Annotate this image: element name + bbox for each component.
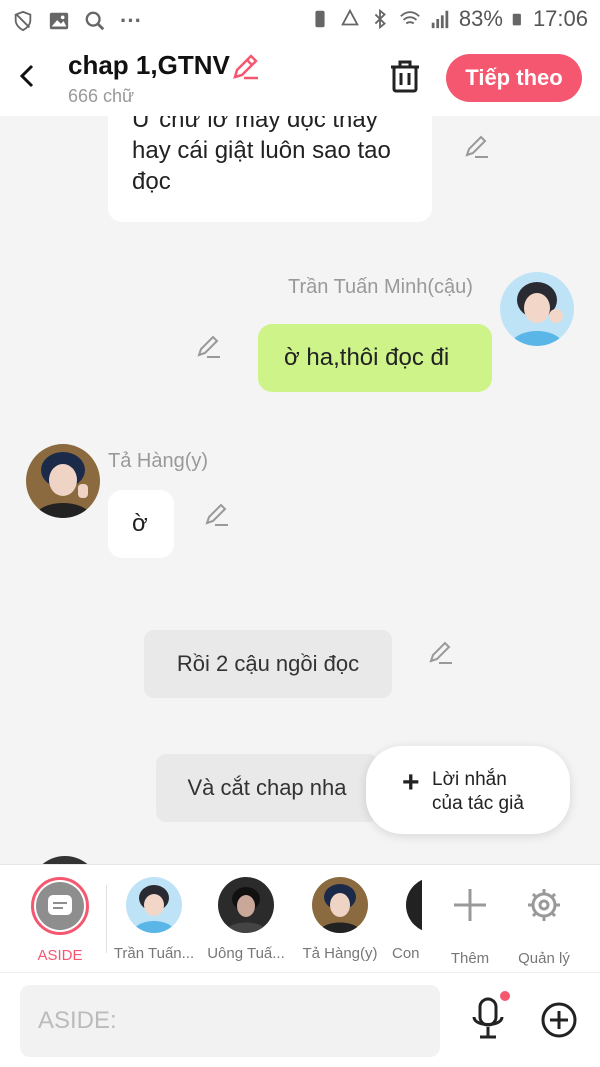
- message-text: Và cắt chap nha: [187, 775, 347, 800]
- message-bubble[interactable]: Ư chứ lỡ mày đọc thấy hay cái giật luôn …: [108, 116, 432, 222]
- gallery-icon: [49, 12, 69, 30]
- message-bubble[interactable]: ờ ha,thôi đọc đi: [258, 324, 492, 392]
- edit-message-pencil-icon[interactable]: [464, 134, 490, 160]
- aside-avatar: [31, 877, 89, 935]
- character-label: Con: [392, 945, 420, 962]
- aside-bubble[interactable]: Và cắt chap nha: [156, 754, 378, 822]
- battery-icon: [512, 13, 521, 26]
- avatar: [126, 877, 182, 933]
- more-notifications: ···: [120, 8, 142, 33]
- aside-icon: [48, 895, 72, 915]
- manage-label: Quản lý: [518, 950, 570, 967]
- divider: [106, 885, 107, 953]
- input-bar: ASIDE:: [0, 972, 600, 1067]
- character-label: Uông Tuấ...: [207, 945, 285, 962]
- chapter-title[interactable]: chap 1,GTNV: [68, 50, 230, 81]
- character-selector: ASIDE Trần Tuấn... Uông Tuấ... Tả Hàng(y…: [0, 864, 600, 972]
- author-note-label: Lời nhắn của tác giả: [432, 769, 524, 814]
- gear-icon: [528, 889, 560, 921]
- message-bubble[interactable]: ờ: [108, 490, 174, 558]
- microphone-icon[interactable]: [470, 997, 506, 1041]
- back-arrow-icon[interactable]: [14, 60, 42, 92]
- message-input[interactable]: ASIDE:: [20, 985, 440, 1057]
- chat-area: Ư chứ lỡ mày đọc thấy hay cái giật luôn …: [0, 116, 600, 864]
- avatar-tran-tuan-minh[interactable]: [500, 272, 574, 346]
- bluetooth-icon: [374, 8, 386, 30]
- battery-percent: 83%: [458, 6, 503, 31]
- avatar: [312, 877, 368, 933]
- message-text: Ư chứ lỡ mày đọc thấy hay cái giật luôn …: [132, 116, 391, 195]
- edit-message-pencil-icon[interactable]: [196, 334, 222, 360]
- message-text: Rồi 2 cậu ngồi đọc: [176, 651, 360, 676]
- character-ta-hang[interactable]: Tả Hàng(y): [294, 877, 386, 962]
- message-text: ờ ha,thôi đọc đi: [284, 344, 450, 371]
- recycle-icon: [341, 8, 359, 26]
- plus-icon: +: [402, 766, 420, 799]
- message-text: ờ: [132, 510, 148, 537]
- avatar-partial: [30, 856, 100, 864]
- search-icon: [85, 11, 105, 31]
- trash-icon[interactable]: [388, 58, 422, 94]
- character-label: ASIDE: [37, 947, 83, 964]
- battery-saver-icon: [315, 10, 325, 28]
- avatar-ta-hang[interactable]: [26, 444, 100, 518]
- plus-icon: [454, 889, 486, 921]
- avatar: [406, 877, 422, 933]
- word-count: 666 chữ: [68, 86, 135, 106]
- aside-bubble[interactable]: Rồi 2 cậu ngồi đọc: [144, 630, 392, 698]
- character-name: Tả Hàng(y): [108, 450, 209, 472]
- next-button[interactable]: Tiếp theo: [446, 54, 582, 102]
- character-tran-tuan-minh[interactable]: Trần Tuấn...: [108, 877, 200, 962]
- edit-message-pencil-icon[interactable]: [204, 502, 230, 528]
- shield-icon: [14, 10, 32, 32]
- editor-header: chap 1,GTNV 666 chữ Tiếp theo: [0, 40, 600, 116]
- signal-icon: [431, 10, 449, 29]
- character-label: Tả Hàng(y): [302, 945, 378, 962]
- character-con[interactable]: Con: [392, 877, 422, 962]
- avatar: [218, 877, 274, 933]
- edit-message-pencil-icon[interactable]: [428, 640, 454, 666]
- clock: 17:06: [532, 6, 588, 31]
- author-note-button[interactable]: + Lời nhắn của tác giả: [366, 746, 570, 834]
- manage-characters-button[interactable]: Quản lý: [498, 877, 590, 967]
- status-bar: ··· 83% 17:06: [0, 0, 600, 40]
- wifi-icon: [400, 11, 420, 25]
- character-label: Trần Tuấn...: [113, 945, 195, 962]
- character-name: Trần Tuấn Minh(cậu): [288, 276, 473, 298]
- character-uong-tuan[interactable]: Uông Tuấ...: [200, 877, 292, 962]
- edit-title-pencil-icon[interactable]: [230, 52, 260, 82]
- notification-dot: [500, 991, 510, 1001]
- add-circle-icon[interactable]: [540, 1001, 578, 1039]
- character-aside[interactable]: ASIDE: [14, 877, 106, 964]
